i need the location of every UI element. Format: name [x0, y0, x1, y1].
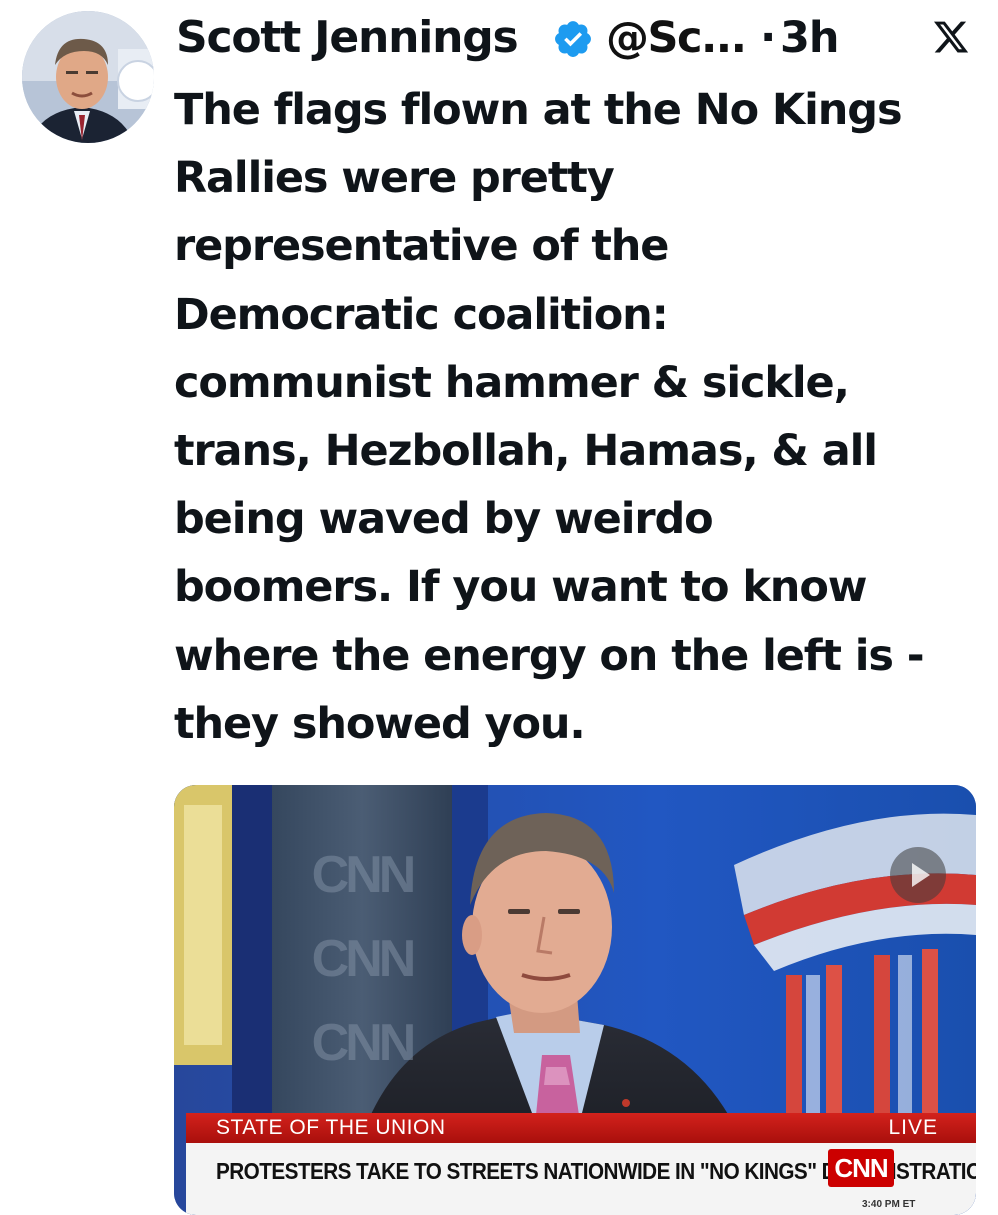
post-time[interactable]: 3h [780, 10, 840, 66]
play-button[interactable] [890, 847, 946, 903]
author-avatar[interactable] [22, 11, 154, 143]
video-media[interactable]: CNN CNN CNN STATE OF THE UNION LIVE PROT… [174, 785, 976, 1215]
verified-badge-icon [555, 21, 591, 57]
tweet-text: The flags flown at the No Kings Rallies … [174, 85, 925, 749]
chyron-headline-bar: PROTESTERS TAKE TO STREETS NATIONWIDE IN… [186, 1143, 976, 1215]
cnn-logo: CNN [828, 1149, 894, 1187]
tweet-header: Scott Jennings @Sc... · 3h [176, 6, 976, 70]
x-logo-icon [933, 21, 969, 53]
broadcast-clock: 3:40 PM ET [862, 1199, 916, 1210]
play-icon [912, 863, 930, 887]
author-name[interactable]: Scott Jennings [176, 10, 519, 66]
live-badge: LIVE [888, 1116, 938, 1139]
profile-photo-icon [22, 11, 154, 143]
background-wall-text: CNN CNN CNN [311, 846, 417, 1072]
separator-dot: · [760, 13, 777, 63]
show-name: STATE OF THE UNION [216, 1116, 446, 1139]
author-handle[interactable]: @Sc... [606, 10, 747, 66]
chyron-top-bar: STATE OF THE UNION LIVE [186, 1113, 976, 1143]
